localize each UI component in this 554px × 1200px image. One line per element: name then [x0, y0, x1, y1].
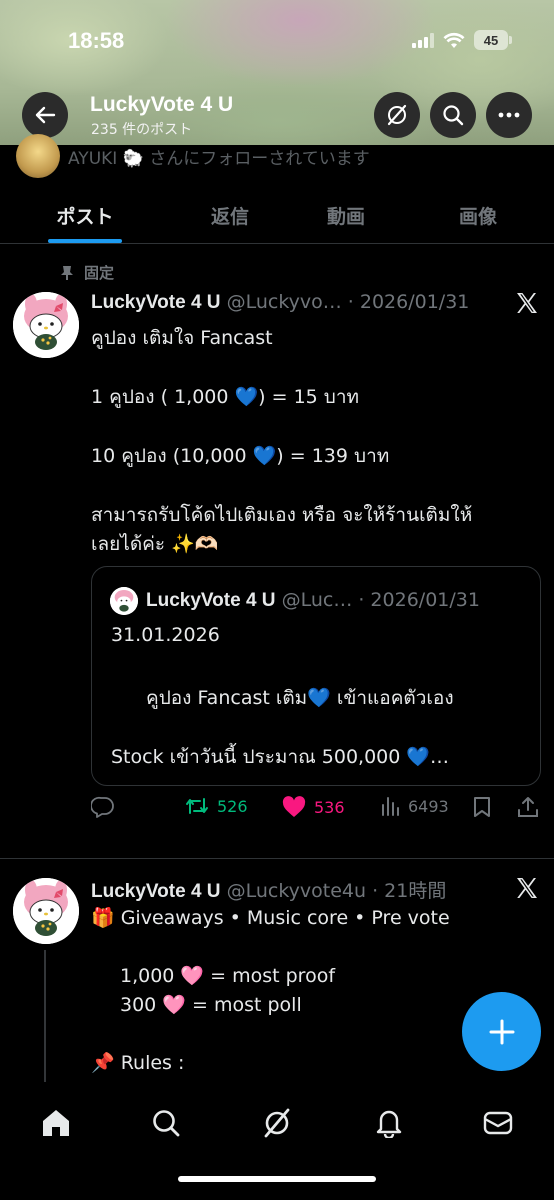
search-button[interactable]	[430, 92, 476, 138]
follow-note: AYUKI 🐑 さんにフォローされています	[16, 134, 370, 178]
bottom-nav	[0, 1083, 554, 1200]
nav-home[interactable]	[36, 1103, 76, 1143]
post-text-line: 1 คูปอง ( 1,000 💙) = 15 บาท	[91, 386, 360, 408]
follow-note-text: AYUKI 🐑 さんにフォローされています	[68, 148, 370, 169]
grok-button[interactable]	[374, 92, 420, 138]
bell-icon	[376, 1110, 402, 1138]
share-icon	[518, 797, 538, 817]
handle-date[interactable]: @Luckyvo… · 2026/01/31	[227, 291, 470, 313]
post-header: LuckyVote 4 U @Luckyvo… · 2026/01/31	[91, 291, 469, 314]
post-count: 235 件のポスト	[91, 122, 193, 138]
tab-replies[interactable]: 返信	[170, 188, 290, 243]
battery-level: 45	[483, 32, 499, 48]
pinned-label: 固定	[84, 264, 115, 282]
post-text-line: สามารถรับโค้ดไปเติมเอง หรือ จะให้ร้านเติ…	[91, 504, 473, 526]
status-icons: 45	[412, 30, 512, 50]
tab-posts[interactable]: ポスト	[0, 188, 170, 243]
more-button[interactable]	[486, 92, 532, 138]
post-text-line: 📌 Rules :	[91, 1052, 185, 1074]
compose-button[interactable]	[462, 992, 541, 1071]
profile-tabs: ポスト 返信 動画 画像	[0, 188, 554, 244]
heart-filled-icon	[282, 796, 306, 817]
retweet-count: 526	[217, 796, 248, 816]
nav-grok[interactable]	[257, 1103, 297, 1143]
views-icon	[382, 797, 399, 816]
x-logo-icon	[517, 878, 537, 898]
reply-icon	[91, 796, 114, 818]
nav-notifications[interactable]	[369, 1103, 409, 1143]
quote-display-name: LuckyVote 4 U	[146, 590, 276, 611]
like-count: 536	[314, 797, 345, 817]
melody-avatar-icon	[110, 587, 138, 615]
header-title: LuckyVote 4 U	[90, 93, 234, 116]
grok-icon	[387, 104, 407, 126]
quote-header: LuckyVote 4 U @Luc… · 2026/01/31	[146, 589, 480, 612]
post-text-line: 300 🩷 = most poll	[120, 994, 302, 1016]
display-name[interactable]: LuckyVote 4 U	[91, 292, 221, 313]
tab-images[interactable]: 画像	[402, 188, 554, 243]
post-text-line: เลยได้ค่ะ ✨🫶🏻	[91, 533, 219, 555]
handle-date[interactable]: @Luckyvote4u · 21時間	[227, 880, 447, 902]
nav-search[interactable]	[146, 1103, 186, 1143]
post-header: LuckyVote 4 U @Luckyvote4u · 21時間	[91, 876, 446, 903]
view-count: 6493	[408, 796, 449, 816]
display-name[interactable]: LuckyVote 4 U	[91, 881, 221, 902]
search-icon	[153, 1110, 180, 1137]
signal-icon	[412, 32, 434, 48]
melody-avatar-icon	[13, 292, 79, 358]
more-icon	[498, 112, 520, 118]
bookmark-button[interactable]	[473, 796, 491, 818]
quote-avatar	[110, 587, 138, 615]
x-logo-icon	[517, 293, 537, 313]
plus-icon	[489, 1019, 514, 1044]
reply-button[interactable]	[91, 796, 115, 818]
post-text-line: 10 คูปอง (10,000 💙) = 139 บาท	[91, 445, 390, 467]
pinned-indicator: 固定	[60, 262, 114, 283]
quote-text-line: คูปอง Fancast เติม💙 เข้าแอคตัวเอง	[146, 687, 454, 709]
quoted-post[interactable]: LuckyVote 4 U @Luc… · 2026/01/31 31.01.2…	[91, 566, 541, 786]
quote-text-line: 31.01.2026	[111, 624, 220, 646]
nav-messages[interactable]	[478, 1103, 518, 1143]
post-text-line: 🎁 Giveaways • Music core • Pre vote	[91, 907, 450, 929]
share-button[interactable]	[517, 796, 539, 818]
retweet-button[interactable]: 526	[185, 796, 248, 816]
search-icon	[443, 105, 464, 126]
grok-icon	[264, 1108, 290, 1138]
arrow-left-icon	[35, 106, 56, 124]
follower-avatar	[16, 134, 60, 178]
battery-indicator: 45	[474, 30, 512, 50]
thread-line	[44, 950, 46, 1082]
like-button[interactable]: 536	[282, 796, 345, 818]
bookmark-icon	[474, 797, 490, 817]
post-avatar[interactable]	[13, 878, 79, 944]
wifi-icon	[443, 32, 465, 48]
home-icon	[43, 1110, 69, 1136]
home-indicator	[178, 1176, 376, 1182]
retweet-icon	[186, 798, 208, 814]
post-text-line: คูปอง เติมใจ Fancast	[91, 327, 273, 349]
melody-avatar-icon	[13, 878, 79, 944]
quote-text-line: Stock เข้าวันนี้ ประมาณ 500,000 💙…	[111, 746, 450, 768]
mail-icon	[483, 1111, 513, 1135]
tab-videos[interactable]: 動画	[290, 188, 402, 243]
post-text-line: 1,000 🩷 = most proof	[120, 965, 336, 987]
views-button[interactable]: 6493	[380, 796, 449, 816]
post-avatar[interactable]	[13, 292, 79, 358]
back-button[interactable]	[22, 92, 68, 138]
post-divider	[0, 858, 554, 859]
status-time: 18:58	[68, 28, 125, 53]
pin-icon	[61, 265, 73, 280]
post-actions: 526 536 6493	[91, 796, 541, 828]
quote-handle-date: @Luc… · 2026/01/31	[281, 589, 480, 611]
screen: { "status": {"time": "18:58", "battery":…	[0, 0, 554, 1200]
